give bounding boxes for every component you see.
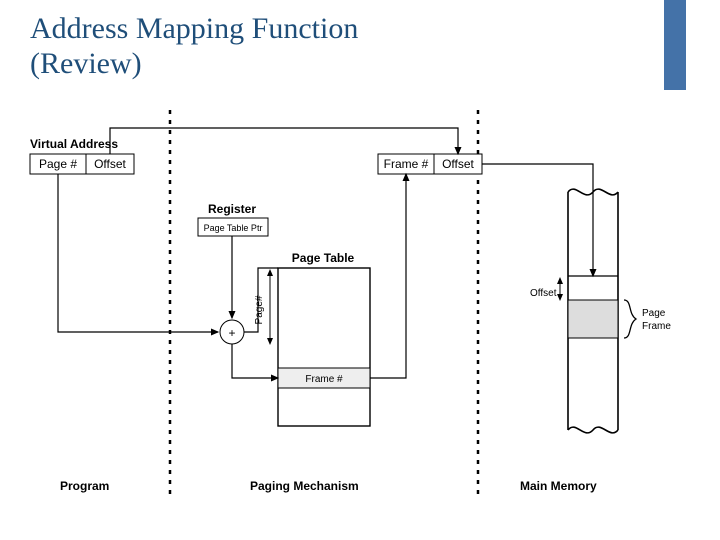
offset2-label: Offset	[442, 157, 474, 171]
offset3-label: Offset	[530, 288, 557, 299]
virtual-address-label: Virtual Address	[30, 137, 118, 151]
page-frame-brace	[624, 300, 636, 338]
physical-address-box: Frame # Offset	[378, 154, 482, 174]
slide-title: Address Mapping Function (Review)	[30, 12, 358, 81]
frame-num-label: Frame #	[384, 157, 429, 171]
accent-bar	[664, 0, 686, 90]
page-frame-l2: Frame	[642, 321, 671, 332]
page-num-label: Page #	[39, 157, 77, 171]
frame-num2-label: Frame #	[305, 374, 343, 385]
title-line1: Address Mapping Function	[30, 12, 358, 45]
page-num-vertical-label: Page#	[254, 295, 265, 324]
adder-plus: +	[228, 326, 235, 340]
virtual-address-box: Page # Offset	[30, 154, 134, 174]
main-memory-label: Main Memory	[520, 479, 597, 493]
page-table-ptr-label: Page Table Ptr	[204, 223, 263, 233]
title-line2: (Review)	[30, 47, 142, 80]
address-mapping-diagram: Virtual Address Page # Offset Frame # Of…	[0, 100, 720, 540]
register-label: Register	[208, 202, 256, 216]
paging-mechanism-label: Paging Mechanism	[250, 479, 359, 493]
page-table-box	[278, 268, 370, 426]
page-frame-l1: Page	[642, 308, 666, 319]
diagram-area: Virtual Address Page # Offset Frame # Of…	[0, 100, 720, 540]
program-label: Program	[60, 479, 109, 493]
page-table-label: Page Table	[292, 251, 355, 265]
offset-label: Offset	[94, 157, 126, 171]
